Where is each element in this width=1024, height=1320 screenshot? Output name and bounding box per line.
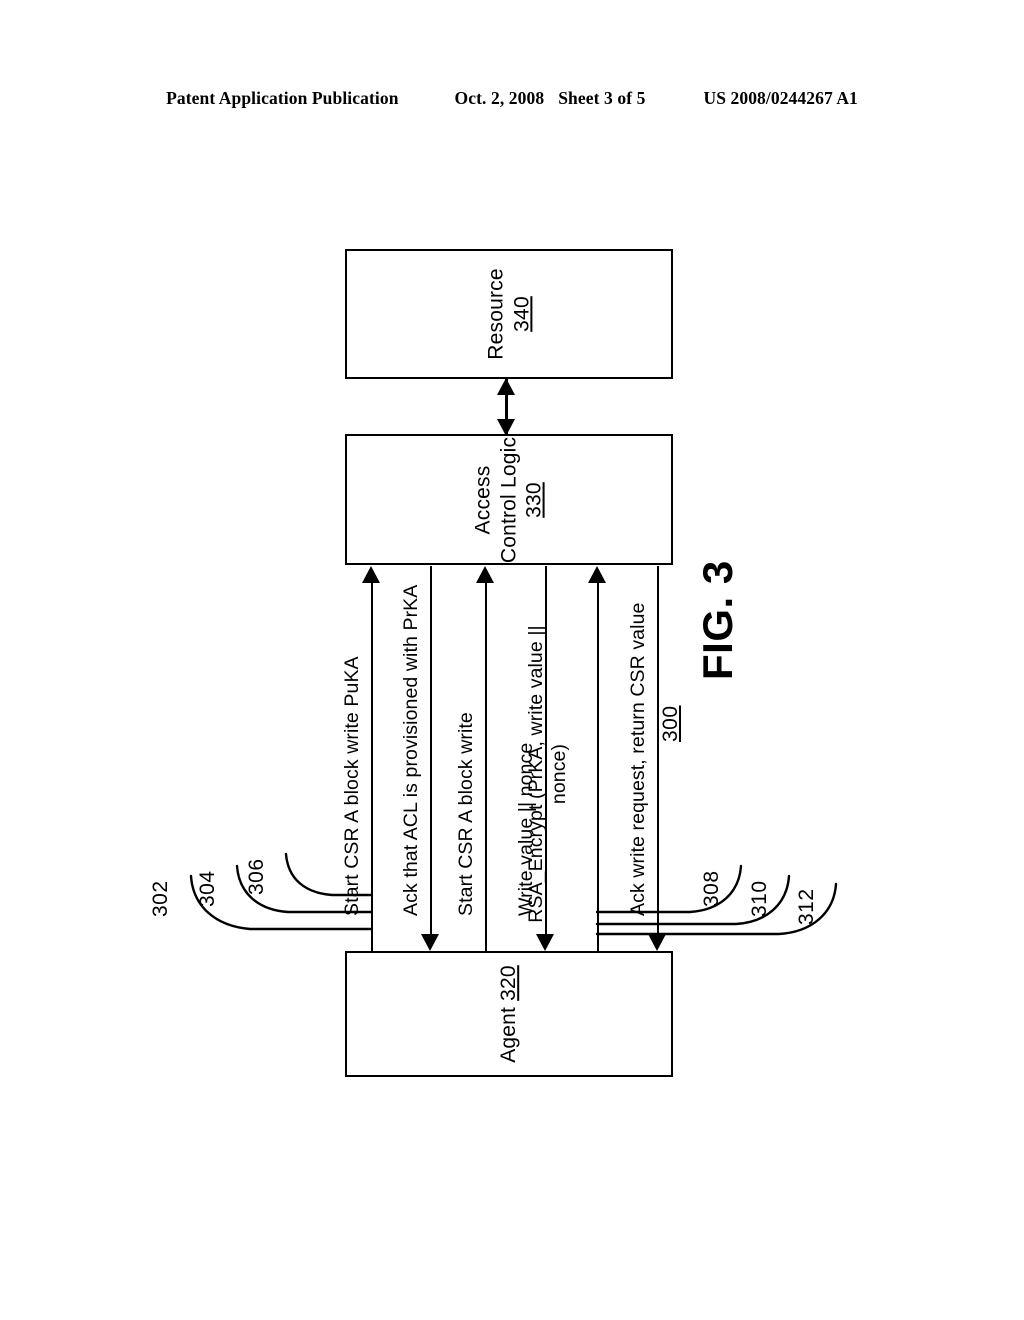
message-label-312: Ack write request, return CSR value <box>627 602 649 916</box>
arrowhead-up-icon-306 <box>476 566 494 583</box>
acl-box-title-line2: Control Logic <box>497 436 521 563</box>
arrowhead-up-icon-310 <box>588 566 606 583</box>
message-label-310: RSA_Encrypt (PrKA, write value || nonce) <box>525 609 571 939</box>
message-label-310-line2: nonce) <box>548 743 570 805</box>
reference-numeral-312: 312 <box>795 888 818 925</box>
reference-numeral-310: 310 <box>748 880 771 917</box>
acl-box-number: 330 <box>522 481 546 518</box>
resource-box-title: Resource <box>484 268 508 360</box>
resource-box: Resource 340 <box>345 249 673 379</box>
resource-box-label: Resource 340 <box>483 268 534 359</box>
resource-box-number: 340 <box>510 296 533 332</box>
message-arrow-304 <box>430 566 432 935</box>
reference-numeral-306: 306 <box>245 858 268 895</box>
arrowhead-down-icon-304 <box>421 934 439 951</box>
agent-box-title: Agent <box>497 1006 521 1063</box>
figure-caption: FIG. 3 <box>694 560 741 680</box>
message-label-302: Start CSR A block write PuKA <box>341 656 363 916</box>
reference-numeral-308: 308 <box>700 870 723 907</box>
reference-leader-lines <box>189 852 838 936</box>
agent-box: Agent 320 <box>345 951 673 1077</box>
resource-acl-bidirectional-arrow <box>497 378 515 436</box>
reference-numeral-302: 302 <box>149 880 172 917</box>
message-label-304: Ack that ACL is provisioned with PrKA <box>400 584 422 916</box>
access-control-logic-box: Access Control Logic 330 <box>345 434 673 565</box>
message-arrow-310 <box>597 582 599 951</box>
agent-box-number: 320 <box>497 965 521 1001</box>
message-arrow-306 <box>485 582 487 951</box>
access-control-logic-box-label: Access Control Logic 330 <box>471 436 548 562</box>
agent-box-label: Agent 320 <box>496 965 522 1063</box>
arrowhead-up-icon-302 <box>362 566 380 583</box>
figure-3-diagram: Resource 340 Access Control Logic 330 St… <box>0 0 1024 1320</box>
arrowhead-up-icon <box>497 378 515 395</box>
message-label-310-line1: RSA_Encrypt (PrKA, write value || <box>525 625 547 923</box>
acl-box-title-line1: Access <box>471 465 495 534</box>
reference-numeral-304: 304 <box>196 870 219 907</box>
message-arrow-302 <box>371 582 373 951</box>
message-arrow-312 <box>657 566 659 935</box>
arrowhead-down-icon-312 <box>648 934 666 951</box>
message-label-306: Start CSR A block write <box>455 712 477 916</box>
figure-number-300: 300 <box>659 705 682 742</box>
